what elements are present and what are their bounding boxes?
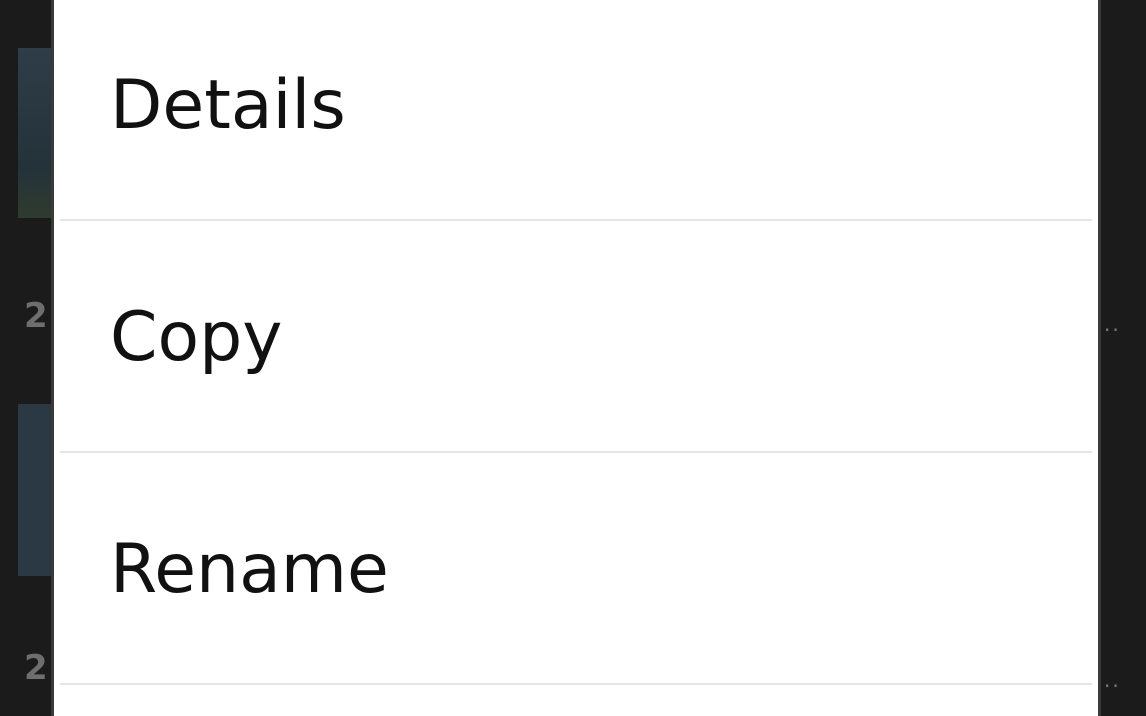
menu-divider [60, 219, 1092, 221]
context-menu-dialog: Details Copy Rename [51, 0, 1101, 716]
menu-divider [60, 451, 1092, 453]
background-overflow-indicator: .. [1104, 312, 1121, 336]
menu-item-rename[interactable]: Rename [54, 454, 1098, 686]
menu-item-details[interactable]: Details [54, 0, 1098, 222]
menu-item-label: Copy [110, 298, 283, 377]
background-list-item-text: 2 [24, 296, 48, 336]
menu-item-label: Rename [110, 530, 389, 609]
menu-divider [60, 683, 1092, 685]
screen: 2 2 .. .. Details Copy Rename [0, 0, 1146, 716]
menu-item-copy[interactable]: Copy [54, 222, 1098, 454]
menu-item-label: Details [110, 66, 346, 145]
background-overflow-indicator: .. [1104, 668, 1121, 692]
background-list-item-text: 2 [24, 648, 48, 688]
